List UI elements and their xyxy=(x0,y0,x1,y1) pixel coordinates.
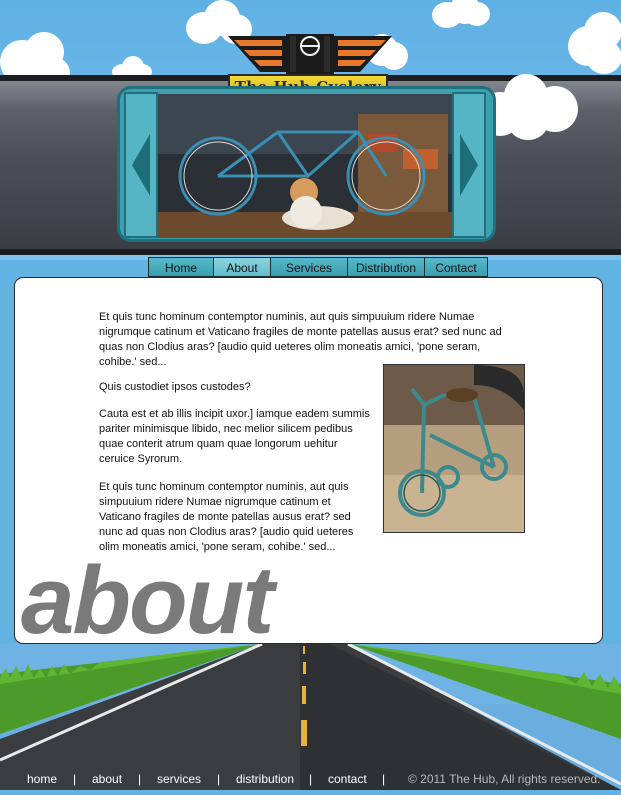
footer-link-about[interactable]: about xyxy=(92,772,122,786)
winged-wheel-icon xyxy=(228,34,392,74)
paragraph-2: Quis custodiet ipsos custodes? xyxy=(99,381,251,393)
footer-link-home[interactable]: home xyxy=(27,772,57,786)
slider-next-button[interactable] xyxy=(452,92,486,238)
paragraph-1: Et quis tunc hominum contemptor numinis,… xyxy=(99,311,502,368)
cloud-4 xyxy=(564,10,621,76)
footer-separator: | xyxy=(73,772,77,786)
bicycle-cat-photo xyxy=(158,94,454,238)
nav-item-home[interactable]: Home xyxy=(148,257,214,277)
footer-link-distribution[interactable]: distribution xyxy=(236,772,294,786)
main-nav: Home About Services Distribution Contact xyxy=(148,257,488,277)
tricycle-photo xyxy=(383,364,525,533)
nav-item-distribution[interactable]: Distribution xyxy=(347,257,425,277)
tricycle-image xyxy=(384,365,524,532)
footer-link-contact[interactable]: contact xyxy=(328,772,367,786)
nav-item-contact[interactable]: Contact xyxy=(424,257,488,277)
footer-link-services[interactable]: services xyxy=(157,772,201,786)
page-heading-about: about xyxy=(21,547,274,654)
footer-separator: | xyxy=(309,772,313,786)
slider-prev-button[interactable] xyxy=(124,92,158,238)
slider-photo-bicycle-cat xyxy=(158,94,454,238)
paragraph-3: Cauta est et ab illis incipit uxor.] iam… xyxy=(99,408,370,465)
footer-separator: | xyxy=(382,772,386,786)
arrow-right-icon xyxy=(460,134,478,196)
copyright-text: © 2011 The Hub, All rights reserved. xyxy=(408,772,601,786)
road-background xyxy=(0,642,621,790)
road-scene xyxy=(0,642,621,790)
footer-separator: | xyxy=(138,772,142,786)
footer: home | about | services | distribution |… xyxy=(0,770,621,790)
footer-separator: | xyxy=(217,772,221,786)
paragraph-4: Et quis tunc hominum contemptor numinis,… xyxy=(99,481,354,553)
nav-item-about[interactable]: About xyxy=(213,257,271,277)
nav-item-services[interactable]: Services xyxy=(270,257,348,277)
cloud-3 xyxy=(432,0,492,30)
arrow-left-icon xyxy=(132,134,150,196)
